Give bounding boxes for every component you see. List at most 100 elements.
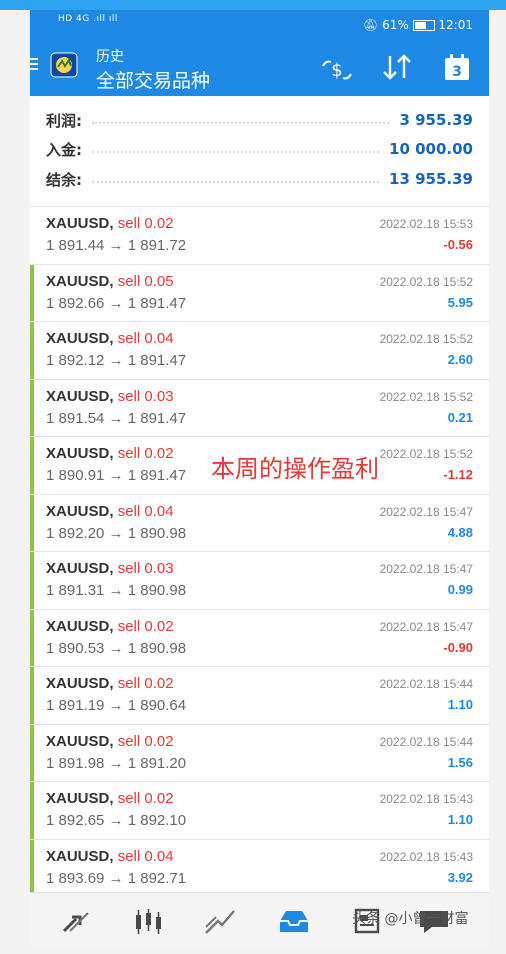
trade-prices: 1 890.91 → 1 891.47	[46, 467, 187, 484]
trade-side: sell 0.05	[117, 272, 174, 290]
trade-time: 2022.02.18 15:52	[379, 274, 473, 289]
symbol-name: XAUUSD,	[46, 617, 114, 635]
phone-screen: HD 4G .ıll ıll 🔕︎ 61% 12:01 历史 全部交易品种 $	[30, 10, 489, 948]
svg-text:3: 3	[452, 64, 462, 80]
symbol-name: XAUUSD,	[46, 502, 114, 520]
dotted-leader	[92, 181, 380, 183]
symbol-name: XAUUSD,	[46, 732, 114, 750]
symbol-name: XAUUSD,	[46, 445, 114, 462]
trade-side: sell 0.02	[117, 790, 174, 807]
trade-time: 2022.02.18 15:44	[379, 677, 473, 691]
trade-profit: 5.95	[447, 294, 473, 310]
dotted-leader	[92, 151, 380, 153]
trade-profit: -0.56	[443, 237, 473, 252]
chart-icon[interactable]	[130, 907, 166, 935]
trade-symbol: XAUUSD, sell 0.02	[46, 733, 174, 750]
trade-profit: 1.10	[447, 697, 473, 712]
trade-icon[interactable]	[58, 907, 94, 935]
trade-symbol: XAUUSD, sell 0.02	[46, 445, 174, 462]
trade-prices: 1 891.31 → 1 890.98	[46, 582, 187, 599]
analytics-icon[interactable]	[202, 907, 238, 935]
trade-time: 2022.02.18 15:44	[379, 734, 473, 749]
summary-label: 利润:	[46, 111, 82, 130]
trade-time: 2022.02.18 15:52	[379, 332, 473, 346]
trade-side: sell 0.02	[117, 732, 174, 750]
trade-symbol: XAUUSD, sell 0.03	[46, 388, 174, 405]
currency-exchange-icon[interactable]: $	[320, 56, 354, 84]
trade-prices: 1 892.20 → 1 890.98	[46, 524, 187, 542]
trade-profit: -0.90	[443, 639, 473, 655]
battery-percent: 61%	[382, 18, 409, 32]
symbol-name: XAUUSD,	[46, 330, 114, 347]
trade-prices: 1 891.44 → 1 891.72	[46, 237, 187, 254]
symbol-name: XAUUSD,	[46, 215, 114, 232]
trade-prices: 1 891.98 → 1 891.20	[46, 754, 187, 772]
trade-prices: 1 892.65 → 1 892.10	[46, 812, 187, 829]
summary-row-balance: 结余: 13 955.39	[46, 169, 473, 189]
menu-icon[interactable]	[30, 58, 38, 72]
trade-side: sell 0.03	[117, 560, 174, 577]
summary-row-deposit: 入金: 10 000.00	[46, 139, 473, 159]
trade-row[interactable]: XAUUSD, sell 0.05 1 892.66 → 1 891.47 2022…	[30, 263, 489, 322]
trade-symbol: XAUUSD, sell 0.04	[46, 503, 174, 520]
battery-icon	[412, 20, 435, 31]
status-right: 🔕︎ 61% 12:01	[363, 18, 473, 32]
trade-prices: 1 891.54 → 1 891.47	[46, 409, 187, 427]
trade-row[interactable]: XAUUSD, sell 0.03 1 891.54 → 1 891.47 2022…	[30, 378, 489, 437]
trade-side: sell 0.04	[117, 847, 174, 865]
header-title[interactable]: 全部交易品种	[96, 66, 210, 93]
trade-row[interactable]: XAUUSD, sell 0.04 1 893.69 → 1 892.71 2022…	[30, 838, 489, 897]
trade-side: sell 0.04	[117, 330, 174, 347]
trade-profit: 2.60	[447, 352, 473, 367]
trade-profit: 3.92	[447, 869, 473, 885]
app-logo-icon	[50, 52, 78, 78]
trade-row[interactable]: XAUUSD, sell 0.02 1 891.98 → 1 891.20 2022…	[30, 723, 489, 782]
trade-row[interactable]: XAUUSD, sell 0.04 1 892.20 → 1 890.98 2022…	[30, 493, 489, 552]
trade-prices: 1 890.53 → 1 890.98	[46, 639, 187, 657]
trade-profit: 1.10	[447, 812, 473, 827]
trade-side: sell 0.02	[117, 675, 174, 692]
trade-prices: 1 893.69 → 1 892.71	[46, 869, 187, 887]
summary-row-profit: 利润: 3 955.39	[46, 110, 473, 130]
calendar-icon[interactable]: 3	[442, 52, 472, 82]
trade-symbol: XAUUSD, sell 0.05	[46, 273, 174, 290]
summary-value: 13 955.39	[389, 170, 473, 188]
summary-label: 结余:	[46, 170, 82, 189]
trade-side: sell 0.02	[117, 617, 174, 635]
trade-row[interactable]: XAUUSD, sell 0.02 1 892.65 → 1 892.10 2022…	[30, 781, 489, 839]
sort-icon[interactable]	[380, 52, 414, 82]
trade-symbol: XAUUSD, sell 0.02	[46, 675, 174, 692]
trade-symbol: XAUUSD, sell 0.02	[46, 790, 174, 807]
trade-row[interactable]: XAUUSD, sell 0.02 1 890.53 → 1 890.98 2022…	[30, 608, 489, 667]
app-header: HD 4G .ıll ıll 🔕︎ 61% 12:01 历史 全部交易品种 $	[30, 10, 489, 96]
trade-symbol: XAUUSD, sell 0.03	[46, 560, 174, 577]
trade-prices: 1 891.19 → 1 890.64	[46, 697, 187, 714]
history-icon[interactable]	[276, 907, 312, 935]
trade-symbol: XAUUSD, sell 0.02	[46, 215, 174, 232]
summary-value: 3 955.39	[399, 111, 473, 129]
trade-time: 2022.02.18 15:52	[379, 447, 473, 461]
trade-symbol: XAUUSD, sell 0.04	[46, 330, 174, 347]
trade-time: 2022.02.18 15:47	[379, 619, 473, 634]
trade-time: 2022.02.18 15:47	[379, 504, 473, 519]
trade-row[interactable]: XAUUSD, sell 0.04 1 892.12 → 1 891.47 2022…	[30, 321, 489, 379]
trade-side: sell 0.02	[117, 215, 174, 232]
trade-row[interactable]: XAUUSD, sell 0.03 1 891.31 → 1 890.98 2022…	[30, 551, 489, 609]
browser-top-bar	[0, 0, 506, 10]
trade-profit: 0.21	[447, 409, 473, 425]
trade-time: 2022.02.18 15:47	[379, 562, 473, 576]
trade-side: sell 0.03	[117, 387, 174, 405]
summary-label: 入金:	[46, 140, 82, 159]
symbol-name: XAUUSD,	[46, 675, 114, 692]
trade-symbol: XAUUSD, sell 0.02	[46, 618, 174, 635]
trade-row[interactable]: XAUUSD, sell 0.02 1 891.44 → 1 891.72 2022…	[30, 206, 489, 264]
trade-profit: -1.12	[443, 467, 473, 482]
symbol-name: XAUUSD,	[46, 272, 114, 290]
trade-row[interactable]: XAUUSD, sell 0.02 1 891.19 → 1 890.64 2022…	[30, 666, 489, 724]
trade-profit: 4.88	[447, 524, 473, 540]
trade-profit: 0.99	[447, 582, 473, 597]
trade-side: sell 0.02	[117, 445, 174, 462]
header-subtitle: 历史	[96, 49, 124, 65]
svg-text:$: $	[331, 60, 342, 81]
summary-panel: 利润: 3 955.39 入金: 10 000.00 结余: 13 955.39	[30, 106, 489, 202]
